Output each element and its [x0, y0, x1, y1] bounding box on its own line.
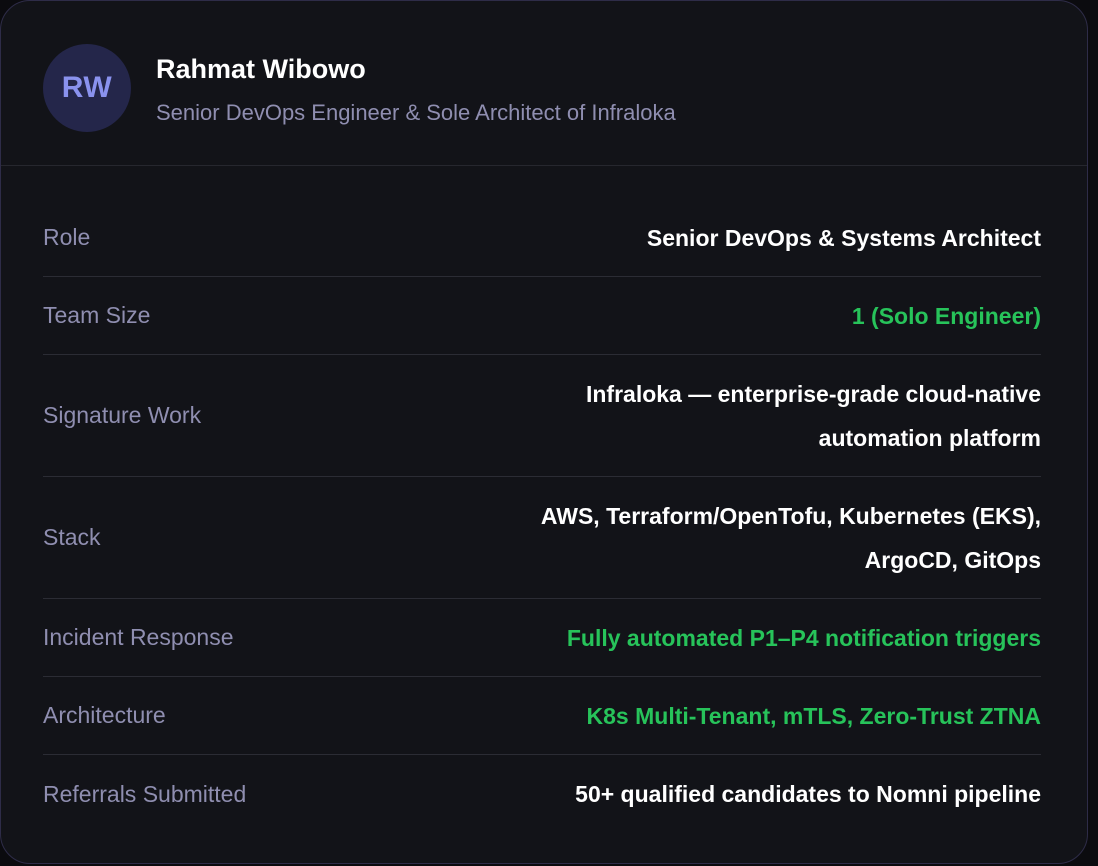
detail-row-architecture: Architecture K8s Multi-Tenant, mTLS, Zer… — [43, 677, 1041, 755]
avatar-initials: RW — [61, 71, 113, 104]
detail-row-referrals: Referrals Submitted 50+ qualified candid… — [43, 755, 1041, 833]
detail-value: 50+ qualified candidates to Nomni pipeli… — [575, 781, 1041, 807]
detail-label: Referrals Submitted — [43, 780, 247, 807]
avatar: RW — [43, 44, 131, 132]
detail-value: Fully automated P1–P4 notification trigg… — [566, 624, 1041, 651]
detail-row-signature-work: Signature Work Infraloka — enterprise-gr… — [43, 355, 1041, 477]
detail-label: Role — [43, 224, 91, 250]
detail-value: AWS, Terraform/OpenTofu, Kubernetes (EKS… — [540, 502, 1041, 573]
detail-label: Signature Work — [43, 402, 202, 428]
profile-name: Rahmat Wibowo — [156, 54, 366, 84]
detail-row-stack: Stack AWS, Terraform/OpenTofu, Kubernete… — [43, 477, 1041, 599]
detail-value: Senior DevOps & Systems Architect — [646, 224, 1041, 251]
detail-row-role: Role Senior DevOps & Systems Architect — [43, 199, 1041, 277]
detail-row-team-size: Team Size 1 (Solo Engineer) — [43, 277, 1041, 355]
detail-label: Team Size — [43, 302, 151, 328]
detail-row-incident-response: Incident Response Fully automated P1–P4 … — [43, 599, 1041, 677]
detail-value: 1 (Solo Engineer) — [851, 302, 1041, 329]
detail-value: K8s Multi-Tenant, mTLS, Zero-Trust ZTNA — [586, 702, 1041, 729]
profile-header: RW Rahmat Wibowo Senior DevOps Engineer … — [1, 1, 1087, 166]
profile-subtitle: Senior DevOps Engineer & Sole Architect … — [156, 100, 676, 125]
profile-card: RW Rahmat Wibowo Senior DevOps Engineer … — [0, 0, 1088, 864]
detail-label: Incident Response — [43, 624, 234, 650]
detail-label: Architecture — [43, 702, 166, 728]
detail-label: Stack — [43, 524, 101, 550]
detail-value: Infraloka — enterprise-grade cloud-nativ… — [585, 380, 1041, 451]
details-list: Role Senior DevOps & Systems Architect T… — [43, 199, 1041, 833]
